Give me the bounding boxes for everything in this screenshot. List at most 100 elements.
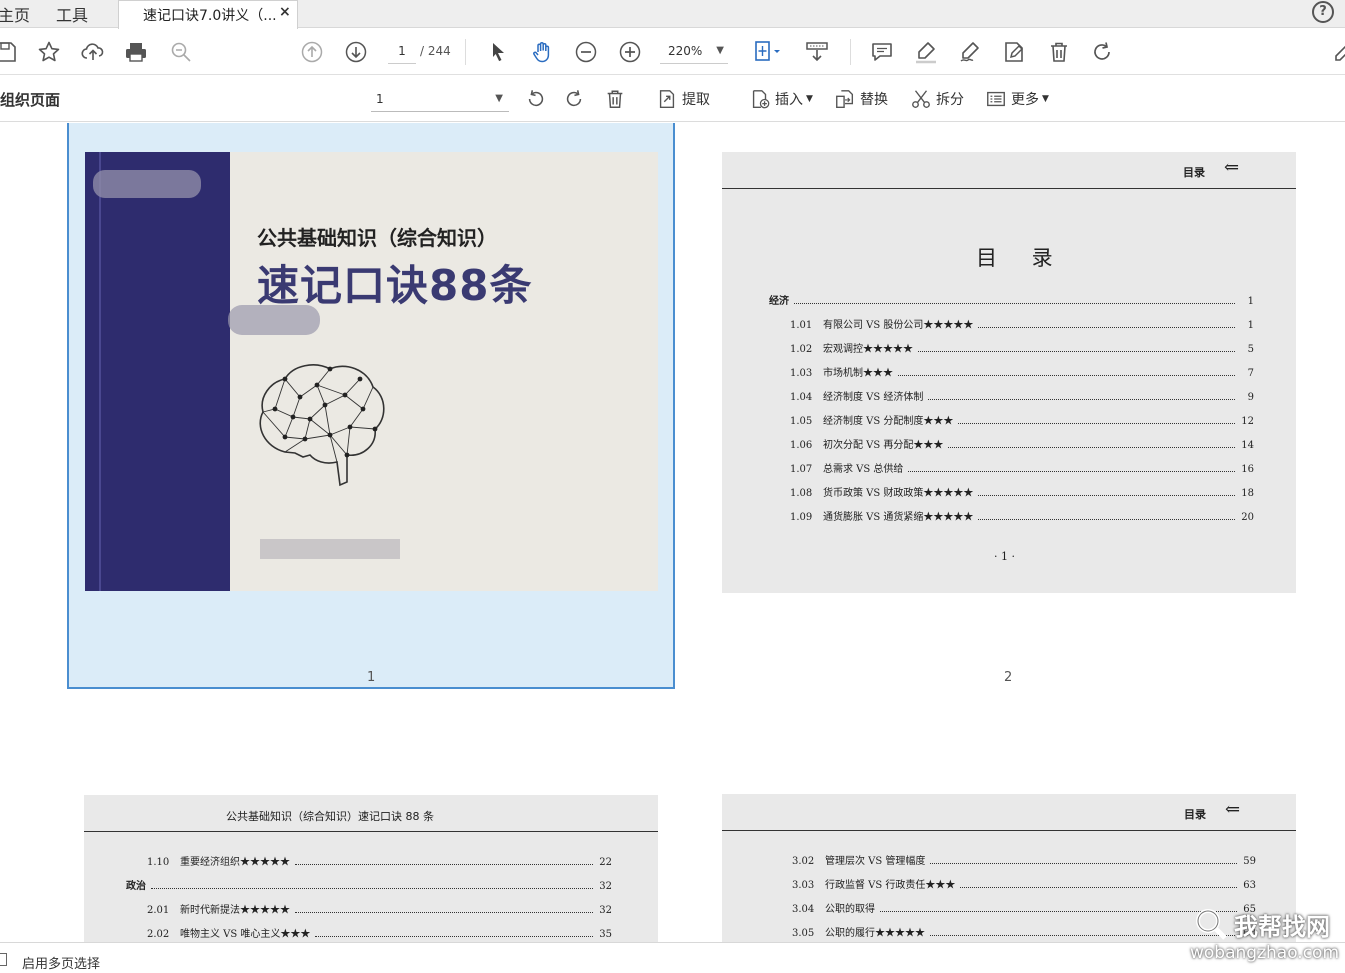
toc-entry: 1.05 经济制度 VS 分配制度★★★ 12 [790, 416, 1254, 427]
rotate-icon[interactable] [1088, 38, 1116, 66]
replace-page-icon [836, 90, 854, 108]
toc-entry: 1.03 市场机制★★★ 7 [790, 368, 1254, 379]
rotate-left-button[interactable] [525, 86, 551, 112]
toc-header-label: 目录 [1184, 808, 1206, 821]
toc-header-label: 目录 [1183, 166, 1205, 179]
page-range-select[interactable]: 1 ▼ [371, 88, 509, 112]
page-thumbnail-1[interactable]: 公共基础知识（综合知识） 速记口诀88条 [85, 152, 658, 591]
document-tab[interactable]: 速记口诀7.0讲义（... × [118, 0, 298, 29]
toc-entry: 1.09 通货膨胀 VS 通货紧缩★★★★★ 20 [790, 512, 1254, 523]
save-icon[interactable] [0, 38, 20, 66]
tools-tab[interactable]: 工具 [56, 2, 88, 26]
cover-subtitle: 公共基础知识（综合知识） [257, 226, 497, 250]
zoom-minus-icon[interactable] [572, 38, 600, 66]
current-page-input[interactable]: 1 [388, 40, 416, 64]
delete-page-button[interactable] [604, 86, 630, 112]
page-total: / 244 [420, 44, 451, 58]
toc-entry: 1.06 初次分配 VS 再分配★★★ 14 [790, 440, 1254, 451]
toolbar-divider [850, 39, 851, 65]
toc-section: 经济 1 [769, 296, 1254, 307]
blurred-logo [93, 170, 201, 198]
close-tab-icon[interactable]: × [279, 4, 291, 20]
scroll-mode-icon[interactable] [803, 38, 831, 66]
page-footer: · 1 · [994, 550, 1015, 563]
insert-button[interactable]: 插入 ▼ [749, 86, 813, 112]
main-toolbar: 1 / 244 220% ▼ [0, 29, 1345, 75]
extract-label: 提取 [682, 92, 710, 108]
status-bar: 启用多页选择 [0, 942, 1345, 973]
toc-entry: 3.04 公职的取得 65 [792, 904, 1256, 915]
running-header: 公共基础知识（综合知识）速记口诀 88 条 [226, 810, 434, 823]
toc-entry: 1.08 货币政策 VS 财政政策★★★★★ 18 [790, 488, 1254, 499]
chevron-down-icon: ▼ [716, 45, 724, 56]
replace-button[interactable]: 替换 [834, 86, 888, 112]
toc-entry: 1.02 宏观调控★★★★★ 5 [790, 344, 1254, 355]
blurred-publisher [260, 539, 400, 559]
select-cursor-icon[interactable] [484, 38, 512, 66]
toc-entry: 3.02 管理层次 VS 管理幅度 59 [792, 856, 1256, 867]
page-number-1: 1 [367, 670, 376, 685]
zoom-value: 220% [668, 44, 703, 58]
page-down-icon[interactable] [342, 38, 370, 66]
brain-network-icon [259, 364, 385, 487]
chevron-down-icon: ▼ [495, 93, 503, 104]
chevron-down-icon: ▼ [806, 94, 813, 104]
page-thumbnail-3[interactable]: 公共基础知识（综合知识）速记口诀 88 条 1.10 重要经济组织★★★★★ 22 … [84, 795, 658, 942]
back-arrow-icon: ⇐ [1225, 799, 1241, 820]
rotate-left-icon [528, 90, 544, 107]
fit-page-icon[interactable] [748, 38, 786, 66]
toc-entry: 3.03 行政监督 VS 行政责任★★★ 63 [792, 880, 1256, 891]
scissors-icon [912, 90, 930, 108]
multi-page-select-label[interactable]: 启用多页选择 [22, 953, 100, 972]
star-icon[interactable] [35, 38, 63, 66]
edit-page-icon[interactable] [1000, 38, 1028, 66]
back-arrow-icon: ⇐ [1224, 157, 1240, 178]
toc-entry: 1.01 有限公司 VS 股份公司★★★★★ 1 [790, 320, 1254, 331]
magnifier-logo-icon [1196, 909, 1227, 940]
toc-entry: 2.01 新时代新提法★★★★★ 32 [147, 905, 612, 916]
more-button[interactable]: 更多 ▼ [985, 86, 1049, 112]
toc-entry: 3.05 公职的履行★★★★★ 68 [792, 928, 1256, 939]
page-header-rule [722, 152, 1296, 189]
split-button[interactable]: 拆分 [910, 86, 964, 112]
page-number-2: 2 [1004, 670, 1013, 685]
toc-title: 目 录 [976, 246, 1067, 270]
zoom-out-magnifier-icon[interactable] [167, 38, 195, 66]
organize-pages-toolbar: 组织页面 1 ▼ 提取 插入 ▼ 替换 拆分 更多 ▼ [0, 76, 1345, 122]
replace-label: 替换 [860, 92, 888, 108]
cover-spine [85, 152, 230, 591]
page-thumbnails-area[interactable]: 公共基础知识（综合知识） 速记口诀88条 1 目录 ⇐ 目 录 经济 1 1.0… [0, 123, 1345, 942]
highlight-icon[interactable] [912, 38, 940, 66]
extract-button[interactable]: 提取 [656, 86, 710, 112]
page-thumbnail-2[interactable]: 目录 ⇐ 目 录 经济 1 1.01 有限公司 VS 股份公司★★★★★ 1 1.0… [722, 152, 1296, 593]
toc-entry: 1.10 重要经济组织★★★★★ 22 [147, 857, 612, 868]
hand-icon[interactable] [528, 38, 556, 66]
toc-entry: 1.07 总需求 VS 总供给 16 [790, 464, 1254, 475]
multi-page-select-checkbox[interactable] [0, 953, 7, 966]
home-tab[interactable]: 主页 [0, 2, 30, 26]
extract-icon [659, 90, 675, 108]
delete-icon[interactable] [1045, 38, 1073, 66]
tab-bar: 主页 工具 速记口诀7.0讲义（... × ? [0, 0, 1345, 29]
toc-entry: 1.04 经济制度 VS 经济体制 9 [790, 392, 1254, 403]
organize-pages-title: 组织页面 [0, 91, 61, 109]
sign-icon[interactable] [956, 38, 984, 66]
page-up-icon[interactable] [298, 38, 326, 66]
toc-section: 政治 32 [126, 881, 612, 892]
pen-icon[interactable] [1330, 38, 1345, 66]
document-tab-title: 速记口诀7.0讲义（... [143, 8, 277, 24]
help-icon[interactable]: ? [1312, 1, 1334, 23]
insert-page-icon [752, 90, 770, 109]
zoom-select[interactable]: 220% ▼ [660, 40, 728, 64]
upload-icon[interactable] [79, 38, 107, 66]
rotate-right-button[interactable] [563, 86, 589, 112]
insert-label: 插入 [775, 92, 803, 108]
toc-entry: 2.02 唯物主义 VS 唯心主义★★★ 35 [147, 929, 612, 940]
rotate-right-icon [566, 90, 582, 107]
comment-icon[interactable] [868, 38, 896, 66]
site-watermark: 我帮找网 wobangzhao.com [1190, 905, 1345, 967]
print-icon[interactable] [122, 38, 150, 66]
more-options-icon [987, 91, 1005, 107]
page-range-value: 1 [376, 92, 384, 106]
zoom-plus-icon[interactable] [616, 38, 644, 66]
